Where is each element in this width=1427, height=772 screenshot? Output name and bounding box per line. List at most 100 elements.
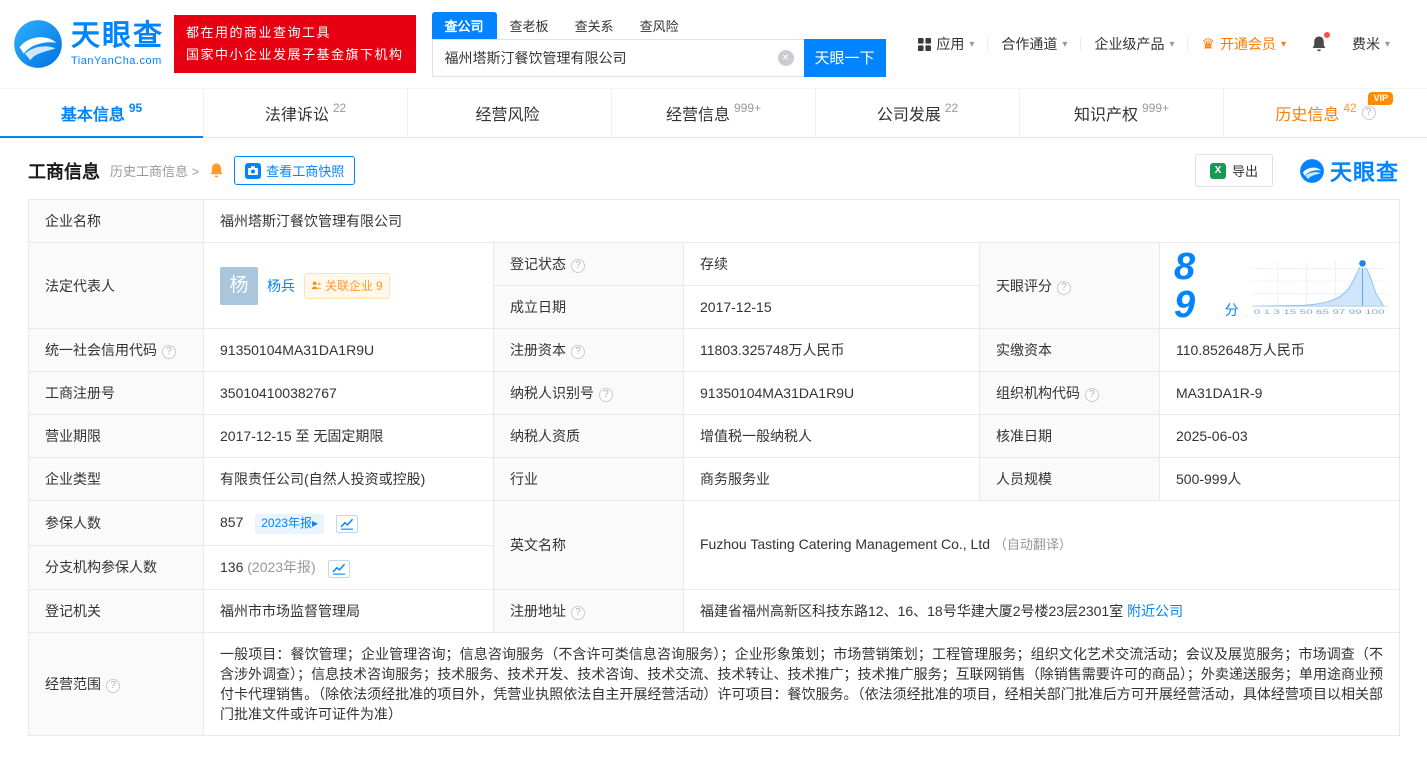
brand-name: 天眼查 (71, 19, 165, 52)
tab-label: 知识产权 (1073, 107, 1138, 124)
grid-icon (918, 37, 932, 51)
alert-bell-icon[interactable] (209, 162, 224, 179)
notification-dot (1323, 32, 1330, 38)
field-value-reg-status: 存续 (683, 242, 980, 286)
legal-rep-avatar[interactable]: 杨 (220, 266, 258, 305)
nav-user-menu[interactable]: 费米 ▾ (1339, 34, 1403, 54)
field-value-industry: 商务服务业 (683, 457, 980, 501)
field-label-taxpayer-id: 纳税人识别号? (493, 371, 684, 415)
tab-label: 经营风险 (475, 107, 540, 124)
annual-report-badge[interactable]: 2023年报 ▸ (255, 514, 324, 534)
field-value-reg-capital: 11803.325748万人民币 (683, 328, 980, 372)
search-area: 查公司 查老板 查关系 查风险 × 天眼一下 (431, 11, 886, 77)
row-legal-rep: 法定代表人 杨 杨兵 关联企业 9 登记状态? 存续 天眼评分? 89 分 0 … (28, 242, 1400, 329)
row-business-scope: 经营范围? 一般项目：餐饮管理；企业管理咨询；信息咨询服务（不含许可类信息咨询服… (28, 631, 1400, 736)
field-value-business-scope: 一般项目：餐饮管理；企业管理咨询；信息咨询服务（不含许可类信息咨询服务）；企业形… (203, 631, 1400, 736)
score-value: 89 (1174, 245, 1196, 326)
export-button[interactable]: X 导出 (1194, 154, 1273, 187)
nearby-companies-link[interactable]: 附近公司 (1127, 603, 1183, 619)
nav-partner-channel[interactable]: 合作通道 ▾ (988, 34, 1080, 54)
tab-company-development[interactable]: 公司发展 22 (816, 89, 1020, 137)
tab-legal-proceedings[interactable]: 法律诉讼 22 (204, 89, 408, 137)
field-label-staff-size: 人员规模 (979, 457, 1160, 501)
field-value-taxpayer-id: 91350104MA31DA1R9U (683, 371, 980, 415)
field-label-legal-rep: 法定代表人 (28, 242, 204, 329)
field-label-approval-date: 核准日期 (979, 414, 1160, 458)
crown-icon: ♛ (1201, 35, 1215, 53)
help-icon[interactable]: ? (1057, 280, 1071, 295)
nav-enterprise-products[interactable]: 企业级产品 ▾ (1081, 34, 1187, 54)
tab-count: 999+ (1141, 101, 1170, 115)
help-icon[interactable]: ? (599, 388, 613, 402)
field-label-paid-capital: 实缴资本 (979, 328, 1160, 372)
chevron-down-icon: ▾ (969, 38, 975, 50)
tianyancha-watermark: 天眼查 (1299, 155, 1399, 187)
slogan-line1: 都在用的商业查询工具 (186, 24, 332, 40)
clear-icon[interactable]: × (777, 49, 794, 66)
vip-badge: VIP (1368, 92, 1393, 105)
tab-operational-risk[interactable]: 经营风险 (408, 89, 612, 137)
search-tabs: 查公司 查老板 查关系 查风险 (431, 11, 886, 39)
search-tab-company[interactable]: 查公司 (431, 11, 497, 39)
trend-chart-icon[interactable] (327, 559, 350, 578)
tianyancha-watermark-icon (1300, 158, 1324, 183)
search-tab-boss[interactable]: 查老板 (497, 12, 562, 39)
camera-icon (245, 162, 262, 179)
tianyancha-logo-icon (14, 20, 62, 68)
related-badge-count: 9 (376, 278, 383, 293)
tyc-score-cell[interactable]: 89 分 0 1 3 15 50 65 97 99 100 (1159, 242, 1400, 329)
search-input[interactable] (431, 38, 804, 77)
related-companies-badge[interactable]: 关联企业 9 (304, 272, 390, 299)
nav-apps[interactable]: 应用 ▾ (905, 34, 987, 54)
field-label-company-name: 企业名称 (28, 199, 204, 243)
help-icon[interactable]: ? (106, 678, 120, 693)
search-button[interactable]: 天眼一下 (803, 38, 886, 77)
tab-label: 历史信息 (1275, 107, 1340, 124)
field-value-branch-insured: 136 (2023年报) (203, 544, 494, 590)
tab-intellectual-property[interactable]: 知识产权 999+ (1020, 89, 1224, 137)
nav-open-membership[interactable]: ♛ 开通会员 ▾ (1188, 34, 1298, 54)
related-badge-label: 关联企业 (325, 278, 374, 293)
history-business-info-link[interactable]: 历史工商信息 > (110, 161, 199, 180)
field-label-reg-status: 登记状态? (493, 242, 684, 286)
help-icon[interactable]: ? (162, 345, 176, 359)
related-companies-icon (311, 281, 322, 290)
field-label-establish-date: 成立日期 (493, 285, 684, 329)
field-label-reg-address: 注册地址? (493, 588, 684, 633)
help-icon[interactable]: ? (571, 605, 585, 620)
field-label-tyc-score: 天眼评分? (979, 242, 1160, 329)
tab-basic-info[interactable]: 基本信息 95 (0, 89, 204, 138)
tab-history-info[interactable]: VIP 历史信息 42 ? (1224, 89, 1427, 137)
field-value-reg-address: 福建省福州高新区科技东路12、16、18号华建大厦2号楼23层2301室 附近公… (683, 588, 1400, 633)
notifications-button[interactable] (1299, 32, 1339, 53)
slogan-badge: 都在用的商业查询工具 国家中小企业发展子基金旗下机构 (174, 14, 416, 74)
tab-business-info[interactable]: 经营信息 999+ (612, 89, 816, 137)
trend-chart-icon[interactable] (335, 515, 358, 533)
chevron-down-icon: ▾ (1062, 38, 1068, 50)
snapshot-button-label: 查看工商快照 (266, 164, 345, 179)
section-header: 工商信息 历史工商信息 > 查看工商快照 X 导出 天眼查 (28, 154, 1399, 187)
help-icon[interactable]: ? (1085, 388, 1099, 402)
chevron-right-icon: > (191, 164, 200, 179)
search-row: × 天眼一下 (431, 38, 886, 77)
tab-count: 22 (944, 101, 959, 115)
chevron-down-icon: ▾ (1280, 38, 1286, 50)
logo-text: 天眼查 TianYanCha.com (71, 19, 165, 67)
score-unit: 分 (1224, 301, 1239, 318)
field-value-legal-rep: 杨 杨兵 关联企业 9 (203, 242, 494, 329)
row-company-name: 企业名称 福州塔斯汀餐饮管理有限公司 (28, 199, 1400, 243)
legal-rep-link[interactable]: 杨兵 (267, 276, 295, 296)
help-icon[interactable]: ? (571, 345, 585, 359)
tianyancha-logo[interactable]: 天眼查 TianYanCha.com (12, 18, 164, 70)
field-value-credit-code: 91350104MA31DA1R9U (203, 328, 494, 372)
search-tab-risk[interactable]: 查风险 (627, 12, 692, 39)
search-tab-relation[interactable]: 查关系 (562, 12, 627, 39)
row-capital: 统一社会信用代码? 91350104MA31DA1R9U 注册资本? 11803… (28, 328, 1400, 372)
brand-domain: TianYanCha.com (71, 54, 162, 67)
view-business-snapshot-button[interactable]: 查看工商快照 (234, 156, 356, 185)
nav-partner-label: 合作通道 (1001, 36, 1058, 52)
field-value-reg-number: 350104100382767 (203, 371, 494, 415)
help-icon[interactable]: ? (1361, 106, 1376, 120)
help-icon[interactable]: ? (571, 259, 585, 273)
excel-icon: X (1209, 162, 1226, 179)
